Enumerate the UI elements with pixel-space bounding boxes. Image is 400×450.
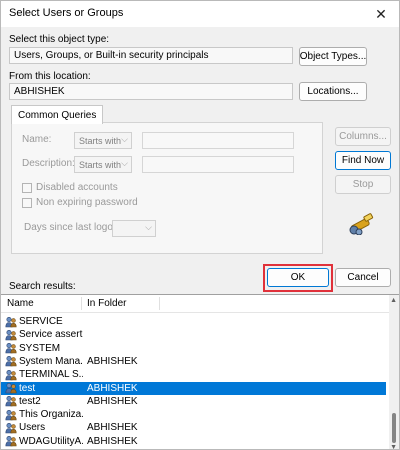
disabled-accounts-checkbox[interactable]: Disabled accounts xyxy=(22,182,118,193)
scroll-up-icon[interactable]: ▲ xyxy=(390,297,397,304)
user-group-icon xyxy=(5,316,17,327)
disabled-accounts-label: Disabled accounts xyxy=(36,182,118,193)
row-folder: ABHISHEK xyxy=(87,435,138,447)
table-row[interactable]: TERMINAL S... xyxy=(1,368,386,381)
row-name-text: This Organiza... xyxy=(19,409,83,421)
table-row[interactable]: SYSTEM xyxy=(1,342,386,355)
description-mode-value: Starts with xyxy=(79,159,122,170)
row-name: SYSTEM xyxy=(5,342,83,355)
non-expiring-password-label: Non expiring password xyxy=(36,197,138,208)
column-header-name[interactable]: Name xyxy=(7,298,34,309)
search-results-label: Search results: xyxy=(9,281,76,292)
row-name: This Organiza... xyxy=(5,408,83,421)
row-name-text: test2 xyxy=(19,395,41,407)
table-row[interactable]: test ABHISHEK xyxy=(1,381,386,395)
columns-button[interactable]: Columns... xyxy=(335,127,391,146)
search-results-list[interactable]: Name In Folder SERVICEService assert...S… xyxy=(1,294,399,449)
checkbox-box xyxy=(22,182,32,193)
row-name-text: Users xyxy=(19,422,46,434)
user-group-icon xyxy=(5,343,17,354)
table-row[interactable]: WDAGUtilityA... ABHISHEK xyxy=(1,435,386,448)
user-group-icon xyxy=(5,329,17,341)
search-binoculars-icon xyxy=(349,213,374,235)
row-name: System Mana... xyxy=(5,355,83,368)
row-name-text: SERVICE xyxy=(19,316,63,327)
column-header-folder[interactable]: In Folder xyxy=(87,298,126,309)
tab-common-queries[interactable]: Common Queries xyxy=(11,105,104,124)
row-name: test xyxy=(5,382,83,395)
results-scrollbar[interactable]: ▲ ▼ xyxy=(389,295,399,449)
checkbox-box xyxy=(22,197,32,208)
cancel-button[interactable]: Cancel xyxy=(335,268,391,287)
object-type-field: Users, Groups, or Built-in security prin… xyxy=(9,47,293,64)
row-name: SERVICE xyxy=(5,315,83,328)
column-divider[interactable] xyxy=(81,297,82,310)
title-bar: Select Users or Groups ✕ xyxy=(1,1,399,27)
select-users-dialog: Select Users or Groups ✕ Select this obj… xyxy=(0,0,400,450)
common-queries-panel: Name: Starts with ⌵ Description: Starts … xyxy=(11,122,323,254)
description-mode-select[interactable]: Starts with ⌵ xyxy=(74,156,132,173)
table-row[interactable]: test2 ABHISHEK xyxy=(1,395,386,408)
table-row[interactable]: This Organiza... xyxy=(1,408,386,421)
name-mode-select[interactable]: Starts with ⌵ xyxy=(74,132,132,149)
chevron-down-icon: ⌵ xyxy=(145,222,152,232)
locations-button[interactable]: Locations... xyxy=(299,82,367,101)
user-group-icon xyxy=(5,382,17,394)
row-name: TERMINAL S... xyxy=(5,368,83,381)
row-folder: ABHISHEK xyxy=(87,422,138,434)
column-divider[interactable] xyxy=(159,297,160,310)
row-name-text: test xyxy=(19,382,36,394)
name-query-input[interactable] xyxy=(142,132,294,149)
row-name-text: TERMINAL S... xyxy=(19,369,83,381)
row-folder: ABHISHEK xyxy=(87,395,138,407)
days-since-logon-label: Days since last logon: xyxy=(24,222,122,233)
row-name-text: System Mana... xyxy=(19,355,83,367)
row-folder: ABHISHEK xyxy=(87,382,138,394)
name-mode-value: Starts with xyxy=(79,135,122,146)
table-row[interactable]: System Mana... ABHISHEK xyxy=(1,355,386,368)
location-label: From this location: xyxy=(9,71,91,82)
results-header: Name In Folder xyxy=(1,295,389,313)
window-title: Select Users or Groups xyxy=(9,7,124,19)
row-name-text: SYSTEM xyxy=(19,342,61,354)
description-query-input[interactable] xyxy=(142,156,294,173)
days-since-logon-select[interactable]: ⌵ xyxy=(112,220,156,237)
user-group-icon xyxy=(5,369,17,380)
row-name-text: Service assert... xyxy=(19,329,83,341)
object-types-button[interactable]: Object Types... xyxy=(299,47,367,66)
scroll-down-icon[interactable]: ▼ xyxy=(390,444,397,449)
row-folder: ABHISHEK xyxy=(87,355,138,367)
chevron-down-icon: ⌵ xyxy=(121,158,128,168)
chevron-down-icon: ⌵ xyxy=(121,134,128,144)
object-type-label: Select this object type: xyxy=(9,34,110,45)
row-name: Users xyxy=(5,421,83,434)
name-query-label: Name: xyxy=(22,134,52,145)
ok-button[interactable]: OK xyxy=(267,268,329,287)
table-row[interactable]: Users ABHISHEK xyxy=(1,421,386,434)
row-name: test2 xyxy=(5,395,83,408)
row-name-text: WDAGUtilityA... xyxy=(19,435,83,447)
location-field: ABHISHEK xyxy=(9,83,293,100)
close-icon[interactable]: ✕ xyxy=(369,3,393,25)
table-row[interactable]: Service assert... xyxy=(1,328,386,341)
non-expiring-password-checkbox[interactable]: Non expiring password xyxy=(22,197,138,208)
find-now-button[interactable]: Find Now xyxy=(335,151,391,170)
user-group-icon xyxy=(5,409,17,420)
description-query-label: Description: xyxy=(22,158,75,169)
user-group-icon xyxy=(5,356,17,367)
scroll-thumb[interactable] xyxy=(392,413,396,443)
row-name: Service assert... xyxy=(5,328,83,341)
stop-button[interactable]: Stop xyxy=(335,175,391,194)
user-group-icon xyxy=(5,422,17,434)
row-name: WDAGUtilityA... xyxy=(5,435,83,448)
table-row[interactable]: SERVICE xyxy=(1,315,386,328)
user-group-icon xyxy=(5,436,17,447)
user-group-icon xyxy=(5,396,17,407)
